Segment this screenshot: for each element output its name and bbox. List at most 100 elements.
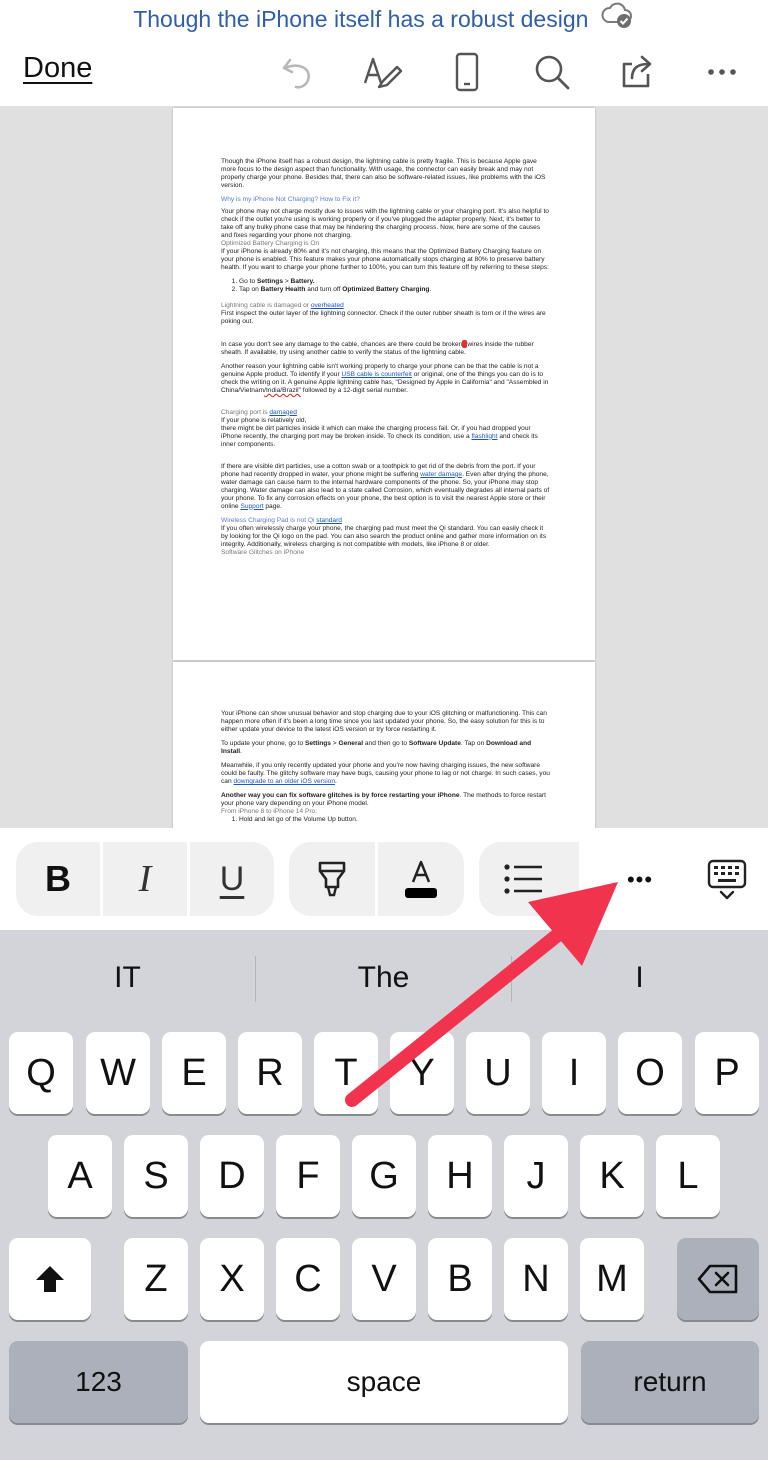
italic-button[interactable]: I xyxy=(103,842,187,916)
link[interactable]: downgrade to an older iOS version xyxy=(233,778,335,785)
cloud-sync-icon xyxy=(601,0,635,41)
suggestion-3[interactable]: I xyxy=(512,930,767,1026)
undo-icon[interactable] xyxy=(276,50,320,94)
key-i[interactable]: I xyxy=(542,1032,606,1114)
paragraph: To update your phone, go to Settings > G… xyxy=(221,740,532,755)
heading: From iPhone 8 to iPhone 14 Pro: xyxy=(221,808,318,815)
link[interactable]: Support xyxy=(240,503,263,510)
link[interactable]: overheated xyxy=(311,302,344,309)
heading: Lightning cable is damaged or overheated xyxy=(221,302,344,309)
paragraph: Though the iPhone itself has a robust de… xyxy=(221,158,546,189)
link[interactable]: flashlight xyxy=(471,433,497,440)
document-canvas[interactable]: Though the iPhone itself has a robust de… xyxy=(0,106,768,828)
key-o[interactable]: O xyxy=(618,1032,682,1114)
link[interactable]: water damage xyxy=(420,471,462,478)
suggestion-2[interactable]: The xyxy=(256,930,511,1026)
heading: Optimized Battery Charging is On xyxy=(221,240,320,247)
key-m[interactable]: M xyxy=(580,1238,644,1320)
predictive-bar: IT The I xyxy=(0,930,768,1026)
document-page-1[interactable]: Though the iPhone itself has a robust de… xyxy=(173,108,595,660)
key-t[interactable]: T xyxy=(314,1032,378,1114)
formatting-toolbar: B I U ••• xyxy=(0,828,768,930)
numbers-key[interactable]: 123 xyxy=(9,1341,188,1423)
delete-key[interactable] xyxy=(677,1238,759,1320)
underline-button[interactable]: U xyxy=(190,842,274,916)
document-title-text: Though the iPhone itself has a robust de… xyxy=(133,6,589,32)
key-y[interactable]: Y xyxy=(390,1032,454,1114)
text-style-group: B I U xyxy=(16,842,274,916)
search-icon[interactable] xyxy=(530,50,574,94)
bold-label: B xyxy=(45,858,71,899)
key-n[interactable]: N xyxy=(504,1238,568,1320)
paragraph: If your iPhone is already 80% and it's n… xyxy=(221,248,549,271)
shift-icon xyxy=(36,1266,64,1292)
suggestion-1[interactable]: IT xyxy=(0,930,255,1026)
share-icon[interactable] xyxy=(616,50,660,94)
done-button[interactable]: Done xyxy=(23,52,92,85)
paragraph: Meanwhile, if you only recently updated … xyxy=(221,762,550,785)
dismiss-keyboard-button[interactable] xyxy=(704,858,750,902)
key-w[interactable]: W xyxy=(86,1032,150,1114)
key-r[interactable]: R xyxy=(238,1032,302,1114)
list-group xyxy=(479,842,579,916)
paragraph: In case you don't see any damage to the … xyxy=(221,340,534,356)
key-s[interactable]: S xyxy=(124,1135,188,1217)
key-q[interactable]: Q xyxy=(9,1032,73,1114)
font-color-button[interactable] xyxy=(378,842,464,916)
key-a[interactable]: A xyxy=(48,1135,112,1217)
backspace-icon xyxy=(697,1264,738,1294)
document-page-2[interactable]: Your iPhone can show unusual behavior an… xyxy=(173,662,595,828)
heading: Why is my iPhone Not Charging? How to Fi… xyxy=(221,196,360,203)
draw-icon[interactable] xyxy=(360,50,404,94)
key-x[interactable]: X xyxy=(200,1238,264,1320)
paragraph: If your phone is relatively old, there mi… xyxy=(221,416,538,448)
key-v[interactable]: V xyxy=(352,1238,416,1320)
italic-label: I xyxy=(138,858,152,900)
keyboard-hide-icon xyxy=(707,859,747,900)
paragraph: Another reason your lightning cable isn'… xyxy=(221,362,549,394)
key-u[interactable]: U xyxy=(466,1032,530,1114)
link[interactable]: standard xyxy=(316,517,342,524)
key-z[interactable]: Z xyxy=(124,1238,188,1320)
highlight-button[interactable] xyxy=(289,842,375,916)
paragraph: If there are visible dirt particles, use… xyxy=(221,462,550,510)
key-l[interactable]: L xyxy=(656,1135,720,1217)
color-group xyxy=(289,842,464,916)
document-title[interactable]: Though the iPhone itself has a robust de… xyxy=(0,0,768,38)
mobile-view-icon[interactable] xyxy=(445,50,489,94)
key-h[interactable]: H xyxy=(428,1135,492,1217)
key-c[interactable]: C xyxy=(276,1238,340,1320)
highlighter-icon xyxy=(318,861,346,897)
bullet-list-button[interactable] xyxy=(479,842,567,916)
paragraph: If you often wirelessly charge your phon… xyxy=(221,524,547,548)
heading: Wireless Charging Pad is not Qi standard xyxy=(221,516,342,524)
numbered-list: Go to Settings > Battery. Tap on Battery… xyxy=(221,278,551,294)
shift-key[interactable] xyxy=(9,1238,91,1320)
key-k[interactable]: K xyxy=(580,1135,644,1217)
list-item: Tap on Battery Health and turn off Optim… xyxy=(239,286,551,294)
font-color-icon xyxy=(405,860,437,898)
heading: Charging port is damaged xyxy=(221,408,297,416)
paragraph: First inspect the outer layer of the lig… xyxy=(221,310,546,325)
key-p[interactable]: P xyxy=(695,1032,759,1114)
return-key[interactable]: return xyxy=(581,1341,759,1423)
more-format-button[interactable]: ••• xyxy=(618,860,662,900)
key-b[interactable]: B xyxy=(428,1238,492,1320)
paragraph: Another way you can fix software glitche… xyxy=(221,792,546,807)
key-d[interactable]: D xyxy=(200,1135,264,1217)
ios-keyboard: IT The I Q W E R T Y U I O P A S D F G H… xyxy=(0,930,768,1460)
key-e[interactable]: E xyxy=(162,1032,226,1114)
more-icon[interactable] xyxy=(700,50,744,94)
space-key[interactable]: space xyxy=(200,1341,568,1423)
bold-button[interactable]: B xyxy=(16,842,100,916)
numbered-list: Hold and let go of the Volume Up button. xyxy=(221,816,551,824)
paragraph: Your phone may not charge mostly due to … xyxy=(221,208,549,239)
heading: Software Glitches on iPhone xyxy=(221,548,305,556)
key-g[interactable]: G xyxy=(352,1135,416,1217)
underline-label: U xyxy=(219,859,245,898)
key-f[interactable]: F xyxy=(276,1135,340,1217)
list-item: Hold and let go of the Volume Up button. xyxy=(239,816,551,824)
link[interactable]: USB cable is counterfeit xyxy=(341,371,411,378)
key-j[interactable]: J xyxy=(504,1135,568,1217)
link[interactable]: damaged xyxy=(269,409,297,416)
